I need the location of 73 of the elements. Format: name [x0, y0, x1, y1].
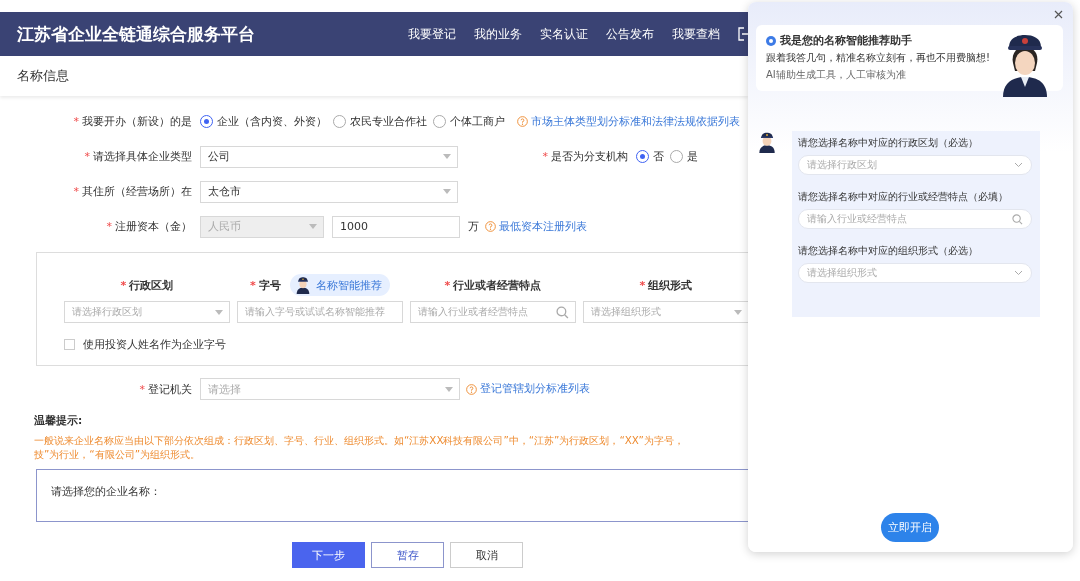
assistant-subtitle: 跟着我答几句，精准名称立刻有，再也不用费脑想! [766, 51, 991, 65]
help-icon [466, 383, 477, 395]
question-label: 请您选择名称中对应的行政区划（必选） [798, 137, 979, 150]
help-link[interactable]: 最低资本注册列表 [485, 219, 587, 234]
search-icon [556, 305, 569, 319]
column-label: 行业或者经营特点 [453, 277, 542, 293]
question-label: 请您选择名称中对应的组织形式（必选） [798, 245, 979, 258]
question-label: 请您选择名称中对应的行业或经营特点（必填） [798, 191, 1009, 204]
assistant-title: 我是您的名称智能推荐助手 [780, 33, 912, 48]
required-mark: * [120, 278, 127, 292]
help-link[interactable]: 市场主体类型划分标准和法律法规依据列表 [517, 114, 740, 129]
nav-link[interactable]: 实名认证 [540, 25, 588, 43]
caret-icon [309, 224, 317, 229]
required-mark: * [106, 220, 112, 233]
nav-link[interactable]: 我要登记 [408, 25, 456, 43]
required-mark: * [250, 278, 256, 292]
required-mark: * [542, 150, 548, 163]
tips-text: 技”为行业，“有限公司”为组织形式。 [34, 447, 201, 461]
required-mark: * [73, 115, 79, 128]
recommend-button[interactable]: 名称智能推荐 [289, 274, 390, 296]
required-mark: * [139, 382, 145, 396]
required-mark: * [73, 185, 79, 198]
chevron-icon [1014, 270, 1023, 276]
help-icon [485, 221, 496, 232]
close-icon[interactable] [1054, 10, 1063, 19]
nav-link[interactable]: 公告发布 [606, 25, 654, 43]
column-label: 行政区划 [129, 277, 174, 293]
column-label: 组织形式 [648, 277, 693, 293]
action-button[interactable]: 暂存 [371, 542, 444, 568]
caret-icon [443, 189, 451, 194]
field-label: 请选择具体企业类型 [93, 149, 192, 164]
field-label: 我要开办（新设）的是 [82, 114, 192, 129]
radio-option[interactable]: 农民专业合作社 [333, 114, 427, 129]
checkbox-label: 使用投资人姓名作为企业字号 [83, 337, 226, 352]
checkbox[interactable] [64, 339, 75, 350]
help-icon [517, 116, 528, 127]
search-icon [1012, 213, 1023, 225]
platform-title: 江苏省企业全链通综合服务平台 [17, 22, 255, 46]
required-mark: * [84, 150, 90, 163]
field-label: 登记机关 [148, 381, 192, 397]
ai-badge-icon [766, 35, 776, 46]
nav-link[interactable]: 我要查档 [672, 25, 720, 43]
action-button[interactable]: 下一步 [292, 542, 365, 568]
radio-option[interactable]: 是 [670, 149, 698, 164]
required-mark: * [639, 278, 646, 292]
caret-icon [445, 386, 453, 392]
caret-icon [215, 309, 223, 315]
assistant-note: AI辅助生成工具，人工审核为准 [766, 68, 907, 82]
help-link[interactable]: 登记管辖划分标准列表 [466, 382, 590, 396]
caret-icon [443, 154, 451, 159]
start-button[interactable]: 立即开启 [880, 513, 939, 542]
field-label: 是否为分支机构 [551, 149, 628, 164]
officer-avatar-icon [756, 131, 778, 153]
select-field[interactable]: 太仓市 [200, 180, 458, 203]
field-label: 其住所（经营场所）在 [82, 184, 192, 199]
field-label: 注册资本（金） [115, 219, 192, 234]
radio-option[interactable]: 否 [636, 149, 664, 164]
caret-icon [734, 309, 742, 315]
name-select-label: 请选择您的企业名称： [51, 485, 161, 498]
tips-title: 温馨提示: [34, 414, 84, 428]
amount-input[interactable]: 1000 [332, 215, 460, 238]
select-field[interactable]: 公司 [200, 145, 458, 168]
chevron-icon [1014, 162, 1023, 168]
radio-option[interactable]: 企业（含内资、外资） [200, 114, 327, 129]
required-mark: * [444, 278, 451, 292]
section-title: 名称信息 [17, 67, 69, 85]
nav-link[interactable]: 我的业务 [474, 25, 522, 43]
logout-icon[interactable] [738, 27, 748, 41]
radio-option[interactable]: 个体工商户 [433, 114, 505, 129]
tips-text: 一般说来企业名称应当由以下部分依次组成：行政区划、字号、行业、组织形式。如“江苏XX科技有限公司”中，“江苏”为行政区划，“XX”为字号， [34, 433, 685, 447]
unit-label: 万 [468, 219, 479, 234]
action-button[interactable]: 取消 [450, 542, 523, 568]
column-label: 字号 [258, 277, 281, 293]
